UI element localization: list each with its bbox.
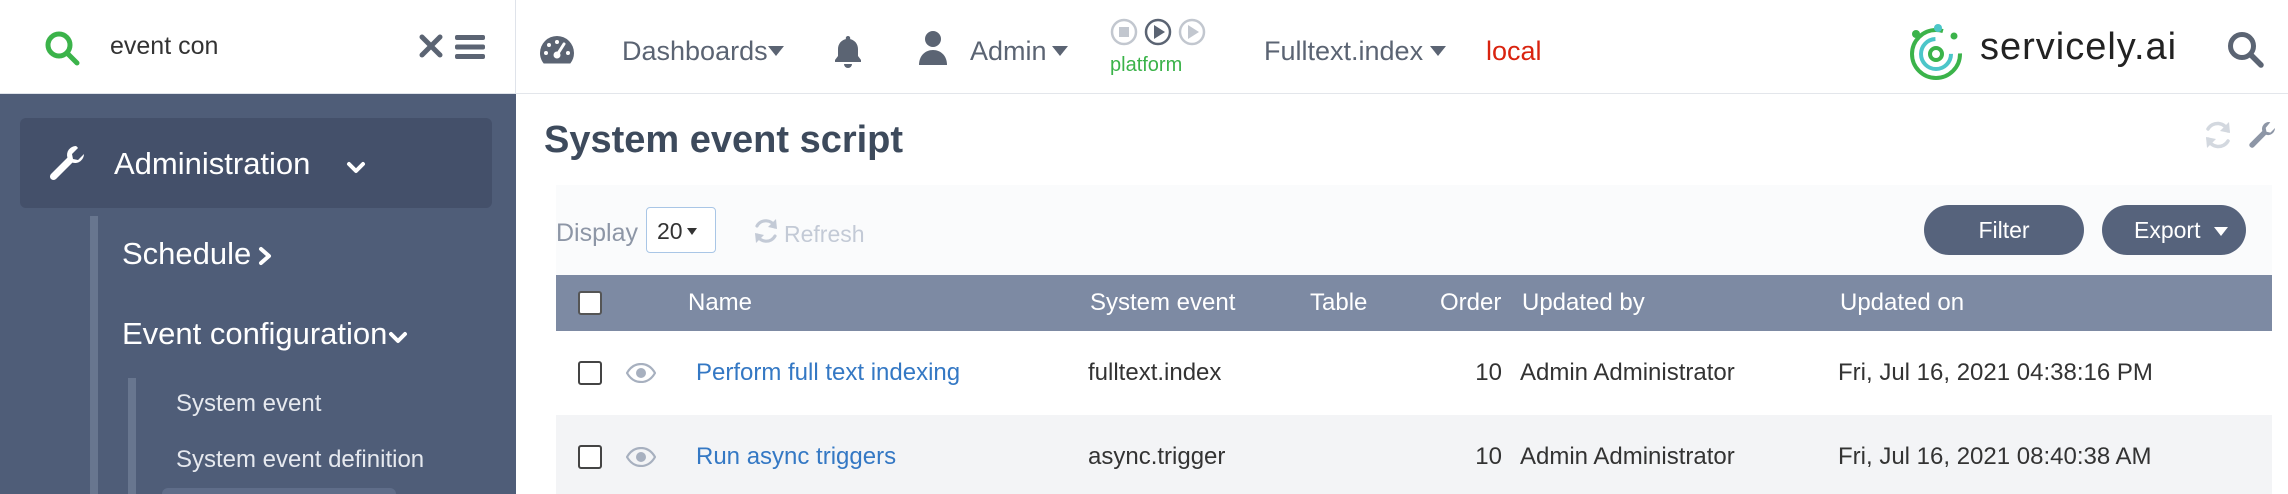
chevron-down-icon: [389, 332, 407, 343]
sidebar-search-bar: [0, 0, 516, 94]
bell-icon[interactable]: [832, 34, 864, 68]
display-label: Display: [556, 219, 638, 247]
record-name-link[interactable]: Run async triggers: [696, 443, 896, 471]
chevron-down-icon: [347, 162, 365, 173]
brand-name: servicely.ai: [1980, 26, 2178, 68]
sidebar-item-label: Administration: [114, 146, 311, 181]
system-event-cell: fulltext.index: [1088, 359, 1222, 386]
search-icon[interactable]: [44, 30, 80, 66]
column-header-updated-on[interactable]: Updated on: [1840, 289, 1964, 317]
eye-icon[interactable]: [626, 363, 656, 383]
sidebar-item-active-highlight[interactable]: [162, 488, 396, 494]
page-title: System event script: [544, 119, 904, 161]
table-row[interactable]: Run async triggers async.trigger 10 Admi…: [556, 415, 2272, 494]
refresh-icon[interactable]: [2202, 119, 2234, 151]
sidebar: Administration Schedule Event configurat…: [0, 0, 516, 494]
column-header-order[interactable]: Order: [1440, 289, 1501, 317]
export-button[interactable]: Export: [2102, 205, 2246, 255]
sidebar-item-schedule[interactable]: Schedule: [122, 236, 251, 272]
main-content: System event script Display 20 Refresh F…: [516, 95, 2288, 494]
eye-icon[interactable]: [626, 447, 656, 467]
dashboards-menu[interactable]: Dashboards: [622, 36, 768, 67]
updated-on-cell: Fri, Jul 16, 2021 08:40:38 AM: [1838, 443, 2152, 470]
export-label: Export: [2134, 217, 2201, 243]
list-toolbar: Display 20 Refresh Filter Export: [556, 185, 2272, 277]
fast-forward-icon[interactable]: [1178, 18, 1206, 46]
row-checkbox[interactable]: [578, 361, 602, 385]
table-header: Name System event Table Order Updated by…: [556, 275, 2272, 331]
sidebar-item-system-event-definition[interactable]: System event definition: [176, 446, 424, 474]
sidebar-item-event-configuration[interactable]: Event configuration: [122, 316, 387, 352]
caret-down-icon: [2214, 227, 2228, 236]
updated-on-cell: Fri, Jul 16, 2021 04:38:16 PM: [1838, 359, 2153, 386]
user-menu[interactable]: Admin: [970, 36, 1047, 67]
table-row[interactable]: Perform full text indexing fulltext.inde…: [556, 331, 2272, 415]
filter-button[interactable]: Filter: [1924, 205, 2084, 255]
wrench-icon: [49, 146, 84, 181]
column-header-table[interactable]: Table: [1310, 289, 1367, 317]
chevron-right-icon: [259, 247, 271, 265]
dashboard-gauge-icon[interactable]: [538, 34, 576, 66]
user-icon[interactable]: [918, 30, 948, 66]
page-size-select[interactable]: 20: [646, 207, 716, 253]
page-size-value: 20: [657, 218, 683, 244]
row-checkbox[interactable]: [578, 445, 602, 469]
caret-down-icon: [687, 228, 697, 235]
top-navigation-bar: Dashboards Admin platform Fulltext.index…: [516, 0, 2288, 94]
sidebar-search-input[interactable]: [110, 26, 400, 66]
select-all-checkbox[interactable]: [578, 291, 602, 315]
tree-guide-line: [128, 378, 136, 494]
play-icon[interactable]: [1144, 18, 1172, 46]
refresh-icon: [755, 219, 777, 243]
updated-by-cell: Admin Administrator: [1520, 359, 1735, 386]
platform-status: platform: [1110, 54, 1183, 76]
sidebar-item-system-event[interactable]: System event: [176, 390, 321, 418]
column-header-system-event[interactable]: System event: [1090, 289, 1235, 317]
hamburger-menu-icon[interactable]: [455, 34, 485, 60]
caret-down-icon: [1052, 46, 1068, 56]
environment-badge: local: [1486, 36, 1542, 66]
updated-by-cell: Admin Administrator: [1520, 443, 1735, 470]
column-header-updated-by[interactable]: Updated by: [1522, 289, 1645, 317]
column-header-name[interactable]: Name: [688, 289, 752, 317]
clear-icon[interactable]: [418, 33, 444, 59]
tree-guide-line: [90, 216, 98, 494]
system-event-cell: async.trigger: [1088, 443, 1226, 470]
wrench-icon[interactable]: [2246, 119, 2278, 151]
refresh-label: Refresh: [784, 221, 865, 247]
application-scope-menu[interactable]: Fulltext.index: [1264, 36, 1423, 67]
sidebar-item-administration[interactable]: Administration: [20, 118, 492, 208]
order-cell: 10: [1475, 443, 1502, 470]
order-cell: 10: [1475, 359, 1502, 386]
caret-down-icon: [1430, 46, 1446, 56]
record-name-link[interactable]: Perform full text indexing: [696, 359, 960, 387]
search-icon[interactable]: [2226, 30, 2264, 68]
stop-icon[interactable]: [1110, 18, 1138, 46]
caret-down-icon: [768, 46, 784, 56]
servicely-logo-icon[interactable]: [1904, 22, 1968, 82]
